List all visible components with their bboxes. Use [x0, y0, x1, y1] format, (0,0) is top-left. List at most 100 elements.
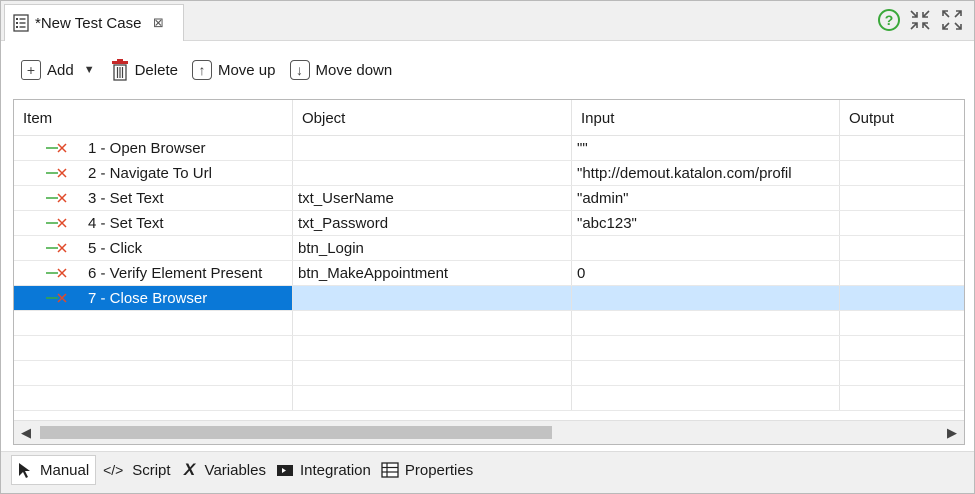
table-body: 1 - Open Browser "" 2 - Navigate To Url … [14, 136, 964, 411]
empty-cell [572, 361, 840, 385]
step-icon [46, 168, 67, 178]
tab-integration[interactable]: Integration [272, 455, 377, 485]
test-case-icon [13, 14, 29, 32]
add-button[interactable]: + Add [21, 60, 74, 80]
empty-cell [293, 361, 572, 385]
move-up-button[interactable]: ↑ Move up [191, 60, 276, 80]
object-cell[interactable] [293, 161, 572, 185]
move-down-button-label: Move down [315, 61, 393, 79]
input-cell[interactable]: "" [572, 136, 840, 160]
tab-script[interactable]: </> Script [96, 455, 176, 485]
item-cell[interactable]: 5 - Click [14, 236, 293, 260]
editor-tab-bar: *New Test Case ⊠ ? [1, 1, 974, 41]
object-cell[interactable] [293, 136, 572, 160]
object-cell[interactable] [293, 286, 572, 310]
bottom-tab-bar: Manual </> Script X Variables Integratio… [1, 454, 974, 486]
scroll-right-icon[interactable]: ▶ [942, 421, 962, 444]
item-cell[interactable]: 6 - Verify Element Present [14, 261, 293, 285]
empty-row[interactable] [14, 336, 964, 361]
item-label: 6 - Verify Element Present [88, 264, 263, 282]
step-icon [46, 218, 67, 228]
column-header-input[interactable]: Input [572, 100, 840, 136]
input-cell[interactable] [572, 236, 840, 260]
editor-tab-title: *New Test Case [35, 14, 142, 32]
add-dropdown-chevron-down-icon[interactable]: ▼ [84, 64, 95, 76]
empty-cell [293, 386, 572, 410]
empty-row[interactable] [14, 311, 964, 336]
scroll-left-icon[interactable]: ◀ [16, 421, 36, 444]
editor-window-controls: ? [878, 8, 964, 32]
input-cell[interactable]: 0 [572, 261, 840, 285]
step-icon [46, 143, 67, 153]
arrow-down-icon: ↓ [289, 60, 310, 80]
column-header-output[interactable]: Output [840, 100, 964, 136]
empty-cell [840, 336, 964, 360]
test-steps-table: Item Object Input Output 1 - Open Browse… [13, 99, 965, 445]
tab-properties[interactable]: Properties [377, 455, 479, 485]
empty-cell [840, 361, 964, 385]
empty-cell [14, 311, 293, 335]
empty-cell [293, 311, 572, 335]
empty-cell [572, 311, 840, 335]
item-cell[interactable]: 3 - Set Text [14, 186, 293, 210]
column-header-item[interactable]: Item [14, 100, 293, 136]
move-down-button[interactable]: ↓ Move down [289, 60, 393, 80]
empty-cell [840, 311, 964, 335]
item-cell[interactable]: 1 - Open Browser [14, 136, 293, 160]
minimize-icon[interactable] [908, 8, 932, 32]
tab-properties-label: Properties [404, 461, 474, 479]
object-cell[interactable]: txt_Password [293, 211, 572, 235]
table-row[interactable]: 3 - Set Text txt_UserName "admin" [14, 186, 964, 211]
output-cell[interactable] [840, 136, 964, 160]
item-cell[interactable]: 4 - Set Text [14, 211, 293, 235]
column-header-object[interactable]: Object [293, 100, 572, 136]
move-up-button-label: Move up [217, 61, 276, 79]
item-label: 3 - Set Text [88, 189, 164, 207]
input-cell[interactable]: "abc123" [572, 211, 840, 235]
properties-table-icon [381, 462, 399, 478]
input-cell[interactable] [572, 286, 840, 310]
table-row[interactable]: 2 - Navigate To Url "http://demout.katal… [14, 161, 964, 186]
horizontal-scrollbar[interactable]: ◀ ▶ [14, 420, 964, 444]
input-cell[interactable]: "http://demout.katalon.com/profil [572, 161, 840, 185]
output-cell[interactable] [840, 286, 964, 310]
output-cell[interactable] [840, 261, 964, 285]
delete-button[interactable]: Delete [111, 59, 178, 81]
tab-script-label: Script [132, 461, 171, 479]
object-cell[interactable]: btn_MakeAppointment [293, 261, 572, 285]
tab-manual[interactable]: Manual [11, 455, 97, 485]
variable-x-icon: X [183, 460, 196, 479]
help-icon[interactable]: ? [878, 9, 900, 31]
table-row[interactable]: 5 - Click btn_Login [14, 236, 964, 261]
item-cell[interactable]: 7 - Close Browser [14, 286, 293, 310]
scrollbar-thumb[interactable] [40, 426, 552, 439]
output-cell[interactable] [840, 161, 964, 185]
step-icon [46, 193, 67, 203]
table-row[interactable]: 6 - Verify Element Present btn_MakeAppoi… [14, 261, 964, 286]
empty-cell [293, 336, 572, 360]
object-cell[interactable]: txt_UserName [293, 186, 572, 210]
test-case-editor: *New Test Case ⊠ ? + Add ▼ Delete ↑ Move… [0, 0, 975, 494]
output-cell[interactable] [840, 186, 964, 210]
close-icon[interactable]: ⊠ [151, 15, 165, 30]
editor-tab-new-test-case[interactable]: *New Test Case ⊠ [4, 4, 184, 41]
item-cell[interactable]: 2 - Navigate To Url [14, 161, 293, 185]
empty-row[interactable] [14, 361, 964, 386]
empty-cell [14, 336, 293, 360]
table-header: Item Object Input Output [14, 100, 964, 136]
item-label: 1 - Open Browser [88, 139, 206, 157]
table-row[interactable]: 4 - Set Text txt_Password "abc123" [14, 211, 964, 236]
table-row[interactable]: 1 - Open Browser "" [14, 136, 964, 161]
output-cell[interactable] [840, 211, 964, 235]
maximize-icon[interactable] [940, 8, 964, 32]
output-cell[interactable] [840, 236, 964, 260]
item-label: 4 - Set Text [88, 214, 164, 232]
empty-row[interactable] [14, 386, 964, 411]
item-label: 2 - Navigate To Url [88, 164, 212, 182]
tab-variables[interactable]: X Variables [177, 455, 272, 485]
table-row-selected[interactable]: 7 - Close Browser [14, 286, 964, 311]
step-icon [46, 243, 67, 253]
input-cell[interactable]: "admin" [572, 186, 840, 210]
object-cell[interactable]: btn_Login [293, 236, 572, 260]
tab-manual-label: Manual [40, 461, 90, 479]
